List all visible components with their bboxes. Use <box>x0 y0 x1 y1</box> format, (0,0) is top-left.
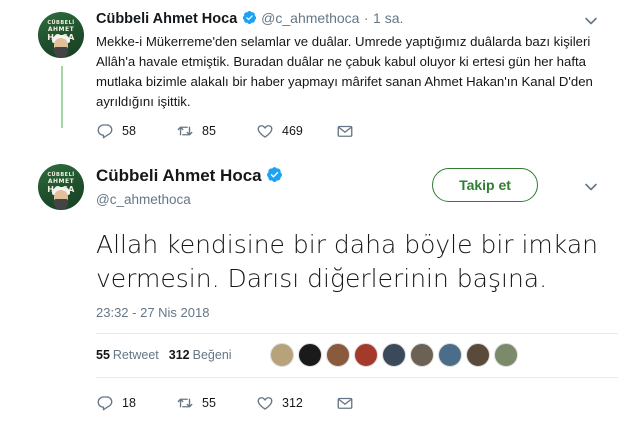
main-author-name-row: Cübbeli Ahmet Hoca <box>96 166 283 186</box>
main-author-handle[interactable]: @c_ahmethoca <box>96 192 191 207</box>
chevron-down-icon[interactable] <box>584 180 598 194</box>
verified-badge-icon <box>267 167 283 182</box>
retweet-button[interactable]: 85 <box>176 122 256 140</box>
reply-icon <box>97 124 113 139</box>
retweet-icon <box>177 126 193 136</box>
tweet-timestamp[interactable]: 23:32 - 27 Nis 2018 <box>96 305 209 320</box>
liker-avatar[interactable] <box>354 343 378 367</box>
retweet-button[interactable]: 55 <box>176 394 256 412</box>
liker-avatar[interactable] <box>298 343 322 367</box>
direct-message-button[interactable] <box>336 394 416 412</box>
liker-avatar[interactable] <box>494 343 518 367</box>
reply-button[interactable]: 58 <box>96 122 176 140</box>
reply-button[interactable]: 18 <box>96 394 176 412</box>
avatar-beard <box>54 47 68 58</box>
prev-author-handle[interactable]: @c_ahmethoca <box>261 10 359 26</box>
prev-tweet-actions: 58 85 469 <box>96 122 416 140</box>
liker-avatars <box>270 343 522 367</box>
prev-tweet-text: Mekke-i Mükerreme'den selamlar ve duâlar… <box>96 34 593 109</box>
prev-tweet-header: Cübbeli Ahmet Hoca @c_ahmethoca · 1 sa. <box>96 10 403 28</box>
like-total[interactable]: 312 <box>169 348 190 362</box>
main-author-name[interactable]: Cübbeli Ahmet Hoca <box>96 166 262 185</box>
divider <box>96 333 618 334</box>
like-count: 312 <box>282 396 303 410</box>
liker-avatar[interactable] <box>270 343 294 367</box>
main-tweet-text: Allah kendisine bir daha böyle bir imkan… <box>96 230 598 293</box>
divider <box>96 377 618 378</box>
like-count: 469 <box>282 124 303 138</box>
prev-author-name[interactable]: Cübbeli Ahmet Hoca <box>96 11 237 27</box>
avatar-text-line2: AHMET <box>47 178 75 185</box>
retweet-label[interactable]: Retweet <box>113 348 159 362</box>
main-tweet-actions: 18 55 312 <box>96 394 416 412</box>
envelope-icon <box>337 125 353 137</box>
reply-icon <box>97 396 113 411</box>
retweet-count: 55 <box>202 396 216 410</box>
reply-count: 58 <box>122 124 136 138</box>
reply-count: 18 <box>122 396 136 410</box>
retweet-icon <box>177 398 193 408</box>
chevron-down-icon[interactable] <box>584 14 598 28</box>
like-button[interactable]: 312 <box>256 394 336 412</box>
direct-message-button[interactable] <box>336 122 416 140</box>
liker-avatar[interactable] <box>466 343 490 367</box>
prev-tweet-time[interactable]: 1 sa. <box>373 10 403 26</box>
liker-avatar[interactable] <box>410 343 434 367</box>
avatar-text-line2: AHMET <box>47 26 75 33</box>
liker-avatar[interactable] <box>438 343 462 367</box>
heart-icon <box>257 125 273 138</box>
retweet-count: 85 <box>202 124 216 138</box>
liker-avatar[interactable] <box>382 343 406 367</box>
retweet-total[interactable]: 55 <box>96 348 110 362</box>
author-avatar[interactable]: CÜBBELİ AHMET HOCA <box>38 12 84 58</box>
avatar-beard <box>54 199 68 210</box>
heart-icon <box>257 397 273 410</box>
like-label[interactable]: Beğeni <box>193 348 232 362</box>
follow-button[interactable]: Takip et <box>432 168 538 202</box>
envelope-icon <box>337 397 353 409</box>
verified-badge-icon <box>242 10 256 25</box>
dot-separator: · <box>363 10 369 26</box>
author-avatar[interactable]: CÜBBELİ AHMET HOCA <box>38 164 84 210</box>
liker-avatar[interactable] <box>326 343 350 367</box>
like-button[interactable]: 469 <box>256 122 336 140</box>
engagement-stats: 55 Retweet 312 Beğeni <box>96 340 232 370</box>
thread-connector-line <box>61 66 63 128</box>
